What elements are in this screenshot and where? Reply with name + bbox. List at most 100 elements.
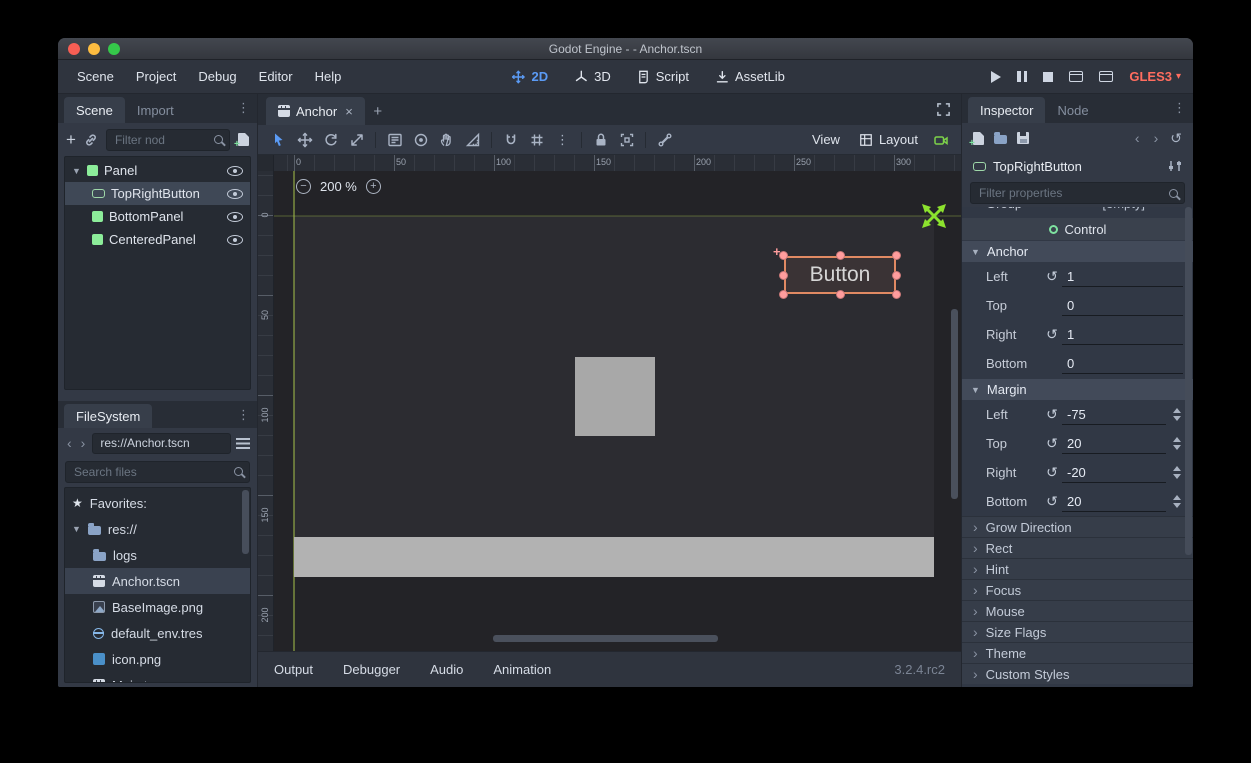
margin-right-field[interactable]: -20 bbox=[1062, 463, 1166, 483]
camera-override-icon[interactable] bbox=[928, 129, 953, 151]
scale-tool-icon[interactable] bbox=[344, 129, 369, 151]
instance-scene-icon[interactable] bbox=[84, 133, 98, 147]
inspector-menu-icon[interactable]: ⋮ bbox=[1173, 100, 1186, 116]
scene-filter-input[interactable] bbox=[113, 132, 209, 148]
workspace-script[interactable]: Script bbox=[637, 69, 689, 84]
2d-canvas[interactable]: Button + bbox=[274, 171, 961, 651]
scene-tree-row-toprightbutton[interactable]: TopRightButton bbox=[65, 182, 250, 205]
anchor-bottom-field[interactable]: 0 bbox=[1062, 354, 1183, 374]
lock-icon[interactable] bbox=[588, 129, 613, 151]
list-item-baseimage-png[interactable]: BaseImage.png bbox=[65, 594, 250, 620]
resize-handle[interactable] bbox=[779, 290, 788, 299]
object-history-icon[interactable]: ↺ bbox=[1170, 130, 1182, 147]
spinner[interactable] bbox=[1171, 408, 1183, 421]
anchor-right-field[interactable]: 1 bbox=[1062, 325, 1183, 345]
bottom-panel-node[interactable] bbox=[294, 537, 934, 577]
bottom-tab-animation[interactable]: Animation bbox=[493, 662, 551, 677]
resize-handle[interactable] bbox=[836, 251, 845, 260]
canvas-horizontal-scrollbar[interactable] bbox=[493, 635, 718, 642]
section-mouse[interactable]: ›Mouse bbox=[962, 600, 1193, 621]
display-mode-icon[interactable] bbox=[236, 438, 250, 449]
stop-button[interactable] bbox=[1043, 72, 1053, 82]
skeleton-icon[interactable] bbox=[652, 129, 677, 151]
menu-help[interactable]: Help bbox=[304, 69, 353, 84]
section-rect[interactable]: ›Rect bbox=[962, 537, 1193, 558]
pivot-tool-icon[interactable] bbox=[408, 129, 433, 151]
filesystem-menu-icon[interactable]: ⋮ bbox=[237, 407, 250, 423]
history-back-icon[interactable]: ‹ bbox=[1133, 130, 1142, 146]
move-tool-icon[interactable] bbox=[292, 129, 317, 151]
save-resource-button[interactable] bbox=[1017, 132, 1029, 144]
workspace-3d[interactable]: 3D bbox=[574, 69, 611, 84]
workspace-2d[interactable]: 2D bbox=[512, 69, 549, 84]
resize-handle[interactable] bbox=[836, 290, 845, 299]
view-menu-button[interactable]: View bbox=[803, 132, 849, 147]
list-item-logs[interactable]: logs bbox=[65, 542, 250, 568]
scene-dock-menu-icon[interactable]: ⋮ bbox=[237, 100, 250, 116]
visibility-eye-icon[interactable] bbox=[227, 235, 243, 245]
resize-handle[interactable] bbox=[892, 290, 901, 299]
centered-panel-node[interactable] bbox=[575, 357, 655, 436]
list-select-icon[interactable] bbox=[382, 129, 407, 151]
ruler-tool-icon[interactable] bbox=[460, 129, 485, 151]
zoom-in-button[interactable]: + bbox=[366, 179, 381, 194]
group-icon[interactable] bbox=[614, 129, 639, 151]
renderer-dropdown[interactable]: GLES3 ▾ bbox=[1129, 69, 1181, 84]
resize-handle[interactable] bbox=[779, 251, 788, 260]
select-tool-icon[interactable] bbox=[266, 129, 291, 151]
smart-snap-icon[interactable] bbox=[498, 129, 523, 151]
bottom-tab-output[interactable]: Output bbox=[274, 662, 313, 677]
list-item-anchor-tscn[interactable]: Anchor.tscn bbox=[65, 568, 250, 594]
collapse-icon[interactable]: ▼ bbox=[72, 524, 81, 534]
menu-debug[interactable]: Debug bbox=[187, 69, 247, 84]
pause-button[interactable] bbox=[1017, 71, 1027, 82]
revert-icon[interactable]: ↺ bbox=[1042, 268, 1062, 285]
scene-tree-row-bottompanel[interactable]: BottomPanel bbox=[65, 205, 250, 228]
inspector-scrollbar[interactable] bbox=[1185, 207, 1192, 555]
close-tab-icon[interactable]: × bbox=[345, 104, 353, 119]
nav-back-icon[interactable]: ‹ bbox=[65, 435, 74, 451]
section-anchor[interactable]: ▼ Anchor bbox=[962, 241, 1193, 262]
property-tools-icon[interactable] bbox=[1168, 160, 1182, 172]
add-node-button[interactable]: + bbox=[66, 130, 76, 150]
zoom-level[interactable]: 200 % bbox=[320, 179, 357, 194]
play-button[interactable] bbox=[991, 71, 1001, 83]
anchor-left-field[interactable]: 1 bbox=[1062, 267, 1183, 287]
bottom-tab-debugger[interactable]: Debugger bbox=[343, 662, 400, 677]
list-item-default-env[interactable]: default_env.tres bbox=[65, 620, 250, 646]
spinner[interactable] bbox=[1171, 466, 1183, 479]
new-scene-tab-button[interactable]: + bbox=[365, 97, 391, 125]
section-margin[interactable]: ▼ Margin bbox=[962, 379, 1193, 400]
resize-handle[interactable] bbox=[779, 271, 788, 280]
filesystem-scrollbar[interactable] bbox=[242, 490, 249, 554]
resize-handle[interactable] bbox=[892, 251, 901, 260]
margin-left-field[interactable]: -75 bbox=[1062, 405, 1166, 425]
attach-script-button[interactable]: + bbox=[238, 133, 249, 146]
revert-icon[interactable]: ↺ bbox=[1042, 493, 1062, 510]
margin-bottom-field[interactable]: 20 bbox=[1062, 492, 1166, 512]
layout-menu-button[interactable]: Layout bbox=[850, 132, 927, 147]
anchor-top-field[interactable]: 0 bbox=[1062, 296, 1183, 316]
tab-scene[interactable]: Scene bbox=[64, 97, 125, 123]
visibility-eye-icon[interactable] bbox=[227, 166, 243, 176]
pan-tool-icon[interactable] bbox=[434, 129, 459, 151]
canvas-vertical-scrollbar[interactable] bbox=[951, 309, 958, 499]
tab-node[interactable]: Node bbox=[1045, 97, 1100, 123]
property-row-group[interactable]: Group [empty] bbox=[962, 207, 1193, 216]
nav-forward-icon[interactable]: › bbox=[79, 435, 88, 451]
list-item-res[interactable]: ▼ res:// bbox=[65, 516, 250, 542]
menu-scene[interactable]: Scene bbox=[66, 69, 125, 84]
play-scene-button[interactable] bbox=[1069, 71, 1083, 82]
margin-top-field[interactable]: 20 bbox=[1062, 434, 1166, 454]
rotate-tool-icon[interactable] bbox=[318, 129, 343, 151]
minimize-window-button[interactable] bbox=[88, 43, 100, 55]
scene-tree-row-centeredpanel[interactable]: CenteredPanel bbox=[65, 228, 250, 251]
tab-import[interactable]: Import bbox=[125, 97, 186, 123]
distraction-free-icon[interactable] bbox=[936, 102, 951, 117]
visibility-eye-icon[interactable] bbox=[227, 212, 243, 222]
filesystem-search-input[interactable] bbox=[72, 464, 229, 480]
scene-tree-row-panel[interactable]: ▼ Panel bbox=[65, 159, 250, 182]
current-path[interactable]: res://Anchor.tscn bbox=[92, 433, 231, 454]
revert-icon[interactable]: ↺ bbox=[1042, 464, 1062, 481]
list-item-main-tscn[interactable]: Main.tscn bbox=[65, 672, 250, 683]
